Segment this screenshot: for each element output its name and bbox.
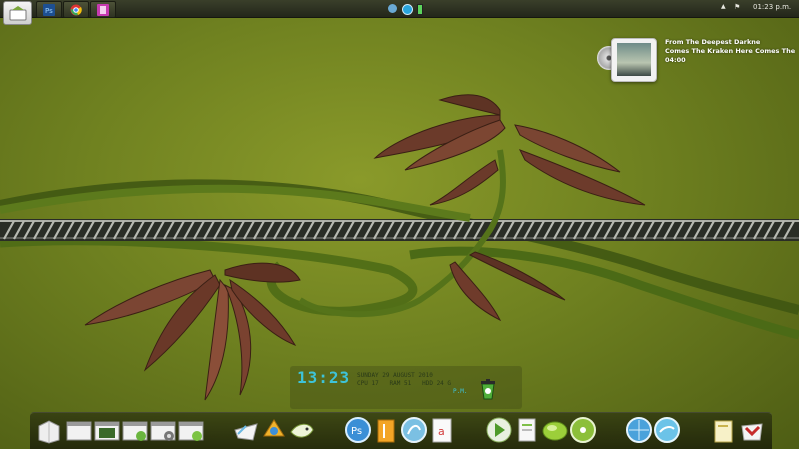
start-icon [9,6,26,21]
album-art [617,43,651,76]
skype-icon[interactable] [402,4,413,15]
clock-widget: 13:23 SUNDAY 29 AUGUST 2010 CPU 17 RAM 5… [290,366,522,409]
twitter-icon[interactable] [653,416,681,444]
now-playing-line2: Comes The Kraken Here Comes The [665,47,796,55]
taskbar-chrome-button[interactable] [63,1,89,18]
album-cover[interactable] [611,38,657,82]
photoshop-icon[interactable]: Ps [344,416,372,444]
ram-label: RAM [389,380,401,387]
document-icon[interactable] [513,416,541,444]
mail-client-icon[interactable] [738,416,766,444]
top-taskbar: Ps ▲ ⚑ 01:23 p.m. [0,0,799,25]
download-window-icon[interactable] [121,416,149,444]
svg-text:Ps: Ps [45,7,53,15]
system-stats: CPU 17 RAM 51 HDD 24 G [357,380,451,387]
computer-icon[interactable] [35,416,63,444]
cpu-value: 17 [371,380,379,387]
hdd-value: 24 G [436,380,452,387]
itunes-icon[interactable] [541,416,569,444]
battery-icon[interactable] [417,4,423,15]
clock-date: SUNDAY 29 AUGUST 2010 [357,372,433,379]
chrome-icon [70,4,82,15]
photoshop-icon: Ps [43,3,55,16]
svg-text:Ps: Ps [351,426,362,437]
global-window-icon[interactable] [177,416,205,444]
illustrator-icon[interactable] [372,416,400,444]
cpu-label: CPU [357,380,368,387]
clock-ampm: P.M. [453,388,468,395]
dock: Ps a [30,412,772,449]
now-playing-elapsed: 04:00 [665,56,686,64]
photo-window-icon[interactable] [93,416,121,444]
messenger-icon[interactable] [260,416,288,444]
clock-time: 13:23 [297,368,351,387]
mail-icon[interactable] [232,416,260,444]
folder-icon[interactable] [710,416,738,444]
window-icon[interactable] [65,416,93,444]
dreamweaver-icon[interactable] [400,416,428,444]
ram-value: 51 [404,380,412,387]
taskbar-clock[interactable]: 01:23 p.m. [753,3,791,11]
chevron-up-icon[interactable]: ▲ [721,3,726,10]
dvd-icon[interactable] [569,416,597,444]
taskbar-notes-button[interactable] [90,1,116,18]
now-playing-line1: From The Deepest Darkne [665,38,761,46]
notes-icon [97,3,109,16]
start-button[interactable] [3,1,32,25]
svg-text:a: a [438,425,445,438]
acrobat-icon[interactable]: a [428,416,456,444]
hdd-label: HDD [422,380,433,387]
media-player-icon[interactable] [485,416,513,444]
recycle-bin-icon[interactable] [478,378,498,400]
bird-icon[interactable] [288,416,316,444]
settings-window-icon[interactable] [149,416,177,444]
taskbar-photoshop-button[interactable]: Ps [36,1,62,18]
network-icon[interactable] [388,4,397,13]
flag-icon[interactable]: ⚑ [734,3,740,11]
browser-icon[interactable] [625,416,653,444]
